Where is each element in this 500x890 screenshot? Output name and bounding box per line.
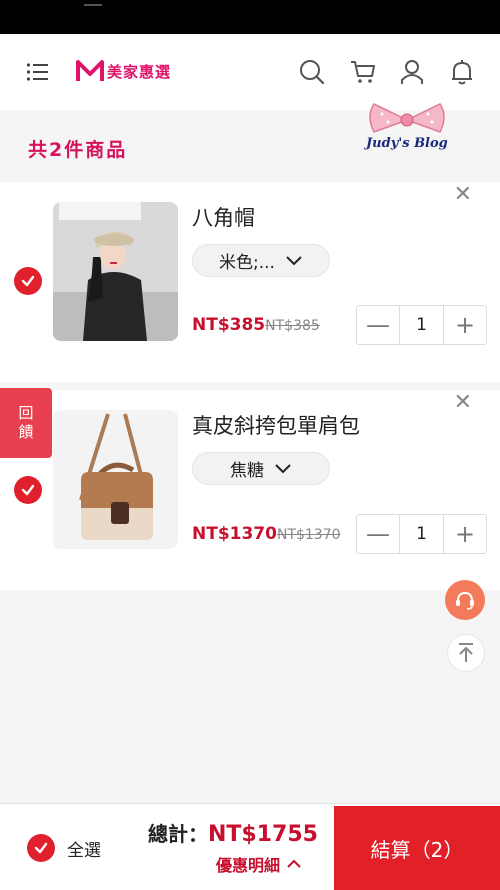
search-icon[interactable] bbox=[298, 58, 326, 86]
cart-item: ✕ 真皮斜挎包單肩包 焦糖 NT$1370 NT$1370 — 1 + bbox=[0, 390, 500, 590]
logo-text: 美家惠選 bbox=[107, 62, 172, 81]
checkout-button[interactable]: 結算（2） bbox=[334, 806, 500, 890]
total-value: NT$1755 bbox=[208, 822, 318, 847]
product-image-bag[interactable] bbox=[53, 410, 178, 549]
remove-item-button[interactable]: ✕ bbox=[454, 184, 472, 206]
check-icon bbox=[21, 484, 35, 496]
status-bar bbox=[0, 0, 500, 34]
remove-item-button[interactable]: ✕ bbox=[454, 392, 472, 414]
current-price: NT$385 bbox=[192, 315, 266, 335]
variant-selector[interactable]: 焦糖 bbox=[192, 452, 330, 485]
discount-label: 優惠明細 bbox=[216, 856, 281, 875]
select-all-checkbox[interactable] bbox=[27, 834, 55, 862]
price-group: NT$385 NT$385 bbox=[192, 315, 320, 335]
cart-icon[interactable] bbox=[349, 58, 377, 86]
total-row: 總計： NT$1755 bbox=[148, 818, 318, 847]
increase-button[interactable]: + bbox=[444, 306, 486, 344]
variant-value: 米色;... bbox=[219, 253, 275, 273]
feedback-label-1: 回 bbox=[18, 403, 34, 422]
decrease-button[interactable]: — bbox=[357, 515, 399, 553]
item-checkbox[interactable] bbox=[14, 476, 42, 504]
logo-mark-icon bbox=[76, 60, 104, 81]
blog-watermark: Judy's Blog bbox=[366, 136, 448, 151]
feedback-label-2: 饋 bbox=[18, 423, 34, 441]
chevron-up-icon bbox=[287, 859, 301, 868]
increase-button[interactable]: + bbox=[444, 515, 486, 553]
back-to-top-button[interactable] bbox=[447, 634, 485, 672]
product-image-hat[interactable] bbox=[53, 202, 178, 341]
check-icon bbox=[34, 842, 48, 854]
item-checkbox[interactable] bbox=[14, 267, 42, 295]
customer-service-button[interactable] bbox=[445, 580, 485, 620]
quantity-stepper: — 1 + bbox=[356, 305, 487, 345]
quantity-value[interactable]: 1 bbox=[399, 515, 444, 553]
app-header: 美家惠選 bbox=[0, 34, 500, 110]
chevron-down-icon bbox=[275, 463, 291, 473]
menu-icon[interactable] bbox=[26, 62, 50, 82]
variant-value: 焦糖 bbox=[230, 461, 264, 481]
status-indicator bbox=[84, 4, 102, 6]
price-group: NT$1370 NT$1370 bbox=[192, 524, 341, 544]
variant-selector[interactable]: 米色;... bbox=[192, 244, 330, 277]
product-title[interactable]: 八角帽 bbox=[192, 202, 255, 232]
quantity-stepper: — 1 + bbox=[356, 514, 487, 554]
discount-details-toggle[interactable]: 優惠明細 bbox=[216, 852, 302, 876]
total-label: 總計： bbox=[148, 822, 208, 846]
cart-item: ✕ 八角帽 米色;... NT$385 NT$385 — 1 + bbox=[0, 182, 500, 382]
close-icon: ✕ bbox=[453, 390, 472, 415]
chevron-down-icon bbox=[286, 255, 302, 265]
original-price: NT$1370 bbox=[276, 527, 341, 543]
close-icon: ✕ bbox=[453, 182, 472, 207]
brand-logo[interactable]: 美家惠選 bbox=[76, 58, 171, 84]
quantity-value[interactable]: 1 bbox=[399, 306, 444, 344]
item-count-label: 共2件商品 bbox=[28, 139, 128, 161]
select-all-label: 全選 bbox=[67, 840, 101, 861]
check-icon bbox=[21, 275, 35, 287]
current-price: NT$1370 bbox=[192, 524, 277, 544]
original-price: NT$385 bbox=[265, 318, 320, 334]
product-title[interactable]: 真皮斜挎包單肩包 bbox=[192, 410, 360, 440]
feedback-tab[interactable]: 回 饋 bbox=[0, 388, 52, 458]
bell-icon[interactable] bbox=[448, 58, 476, 86]
back-to-top-icon bbox=[459, 643, 473, 662]
checkout-footer: 全選 總計： NT$1755 優惠明細 結算（2） bbox=[0, 803, 500, 890]
headset-icon bbox=[456, 591, 474, 610]
select-all-toggle[interactable]: 全選 bbox=[27, 834, 101, 862]
user-icon[interactable] bbox=[398, 58, 426, 86]
decrease-button[interactable]: — bbox=[357, 306, 399, 344]
